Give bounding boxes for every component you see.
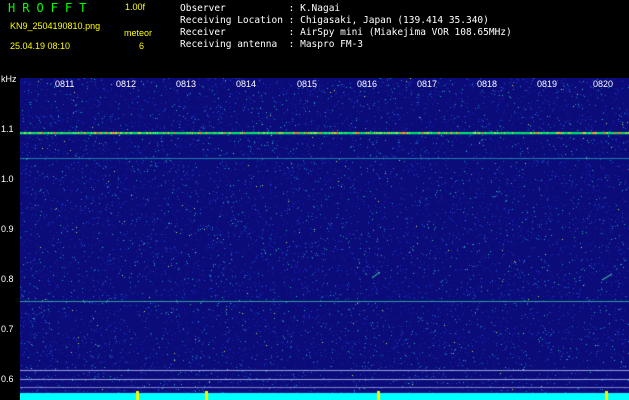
y-tick-label: 1.1	[1, 124, 14, 134]
time-label: 0818	[477, 79, 498, 89]
mode-label: meteor	[124, 28, 153, 38]
time-label: 0815	[297, 79, 318, 89]
y-tick-label: 0.9	[1, 224, 14, 234]
app-title: HROFFT	[8, 1, 94, 15]
location-line: Receiving Location : Chigasaki, Japan (1…	[180, 15, 489, 26]
y-tick-label: 0.6	[1, 374, 14, 384]
y-tick-label: 0.7	[1, 324, 14, 334]
file-name: KN9_2504190810.png	[10, 21, 101, 31]
observer-line: Observer : K.Nagai	[180, 3, 341, 14]
version-label: 1.00f	[125, 2, 146, 12]
time-label: 0813	[176, 79, 197, 89]
time-label: 0816	[357, 79, 378, 89]
time-label: 0817	[417, 79, 438, 89]
y-tick-label: 0.8	[1, 274, 14, 284]
datetime-label: 25.04.19 08:10	[10, 41, 71, 51]
count-label: 6	[139, 41, 145, 51]
header-panel: HROFFT 1.00f KN9_2504190810.png meteor 2…	[0, 0, 629, 78]
time-label: 0819	[537, 79, 558, 89]
y-tick-label: 1.0	[1, 174, 14, 184]
antenna-line: Receiving antenna : Maspro FM-3	[180, 39, 364, 50]
time-label: 0812	[116, 79, 137, 89]
y-unit-label: kHz	[1, 74, 17, 84]
receiver-line: Receiver : AirSpy mini (Miakejima VOR 10…	[180, 27, 512, 38]
time-label: 0814	[236, 79, 257, 89]
time-label: 0820	[593, 79, 614, 89]
spectrogram-plot	[20, 78, 629, 400]
time-label: 0811	[55, 79, 75, 89]
spectrogram-canvas	[20, 78, 629, 400]
